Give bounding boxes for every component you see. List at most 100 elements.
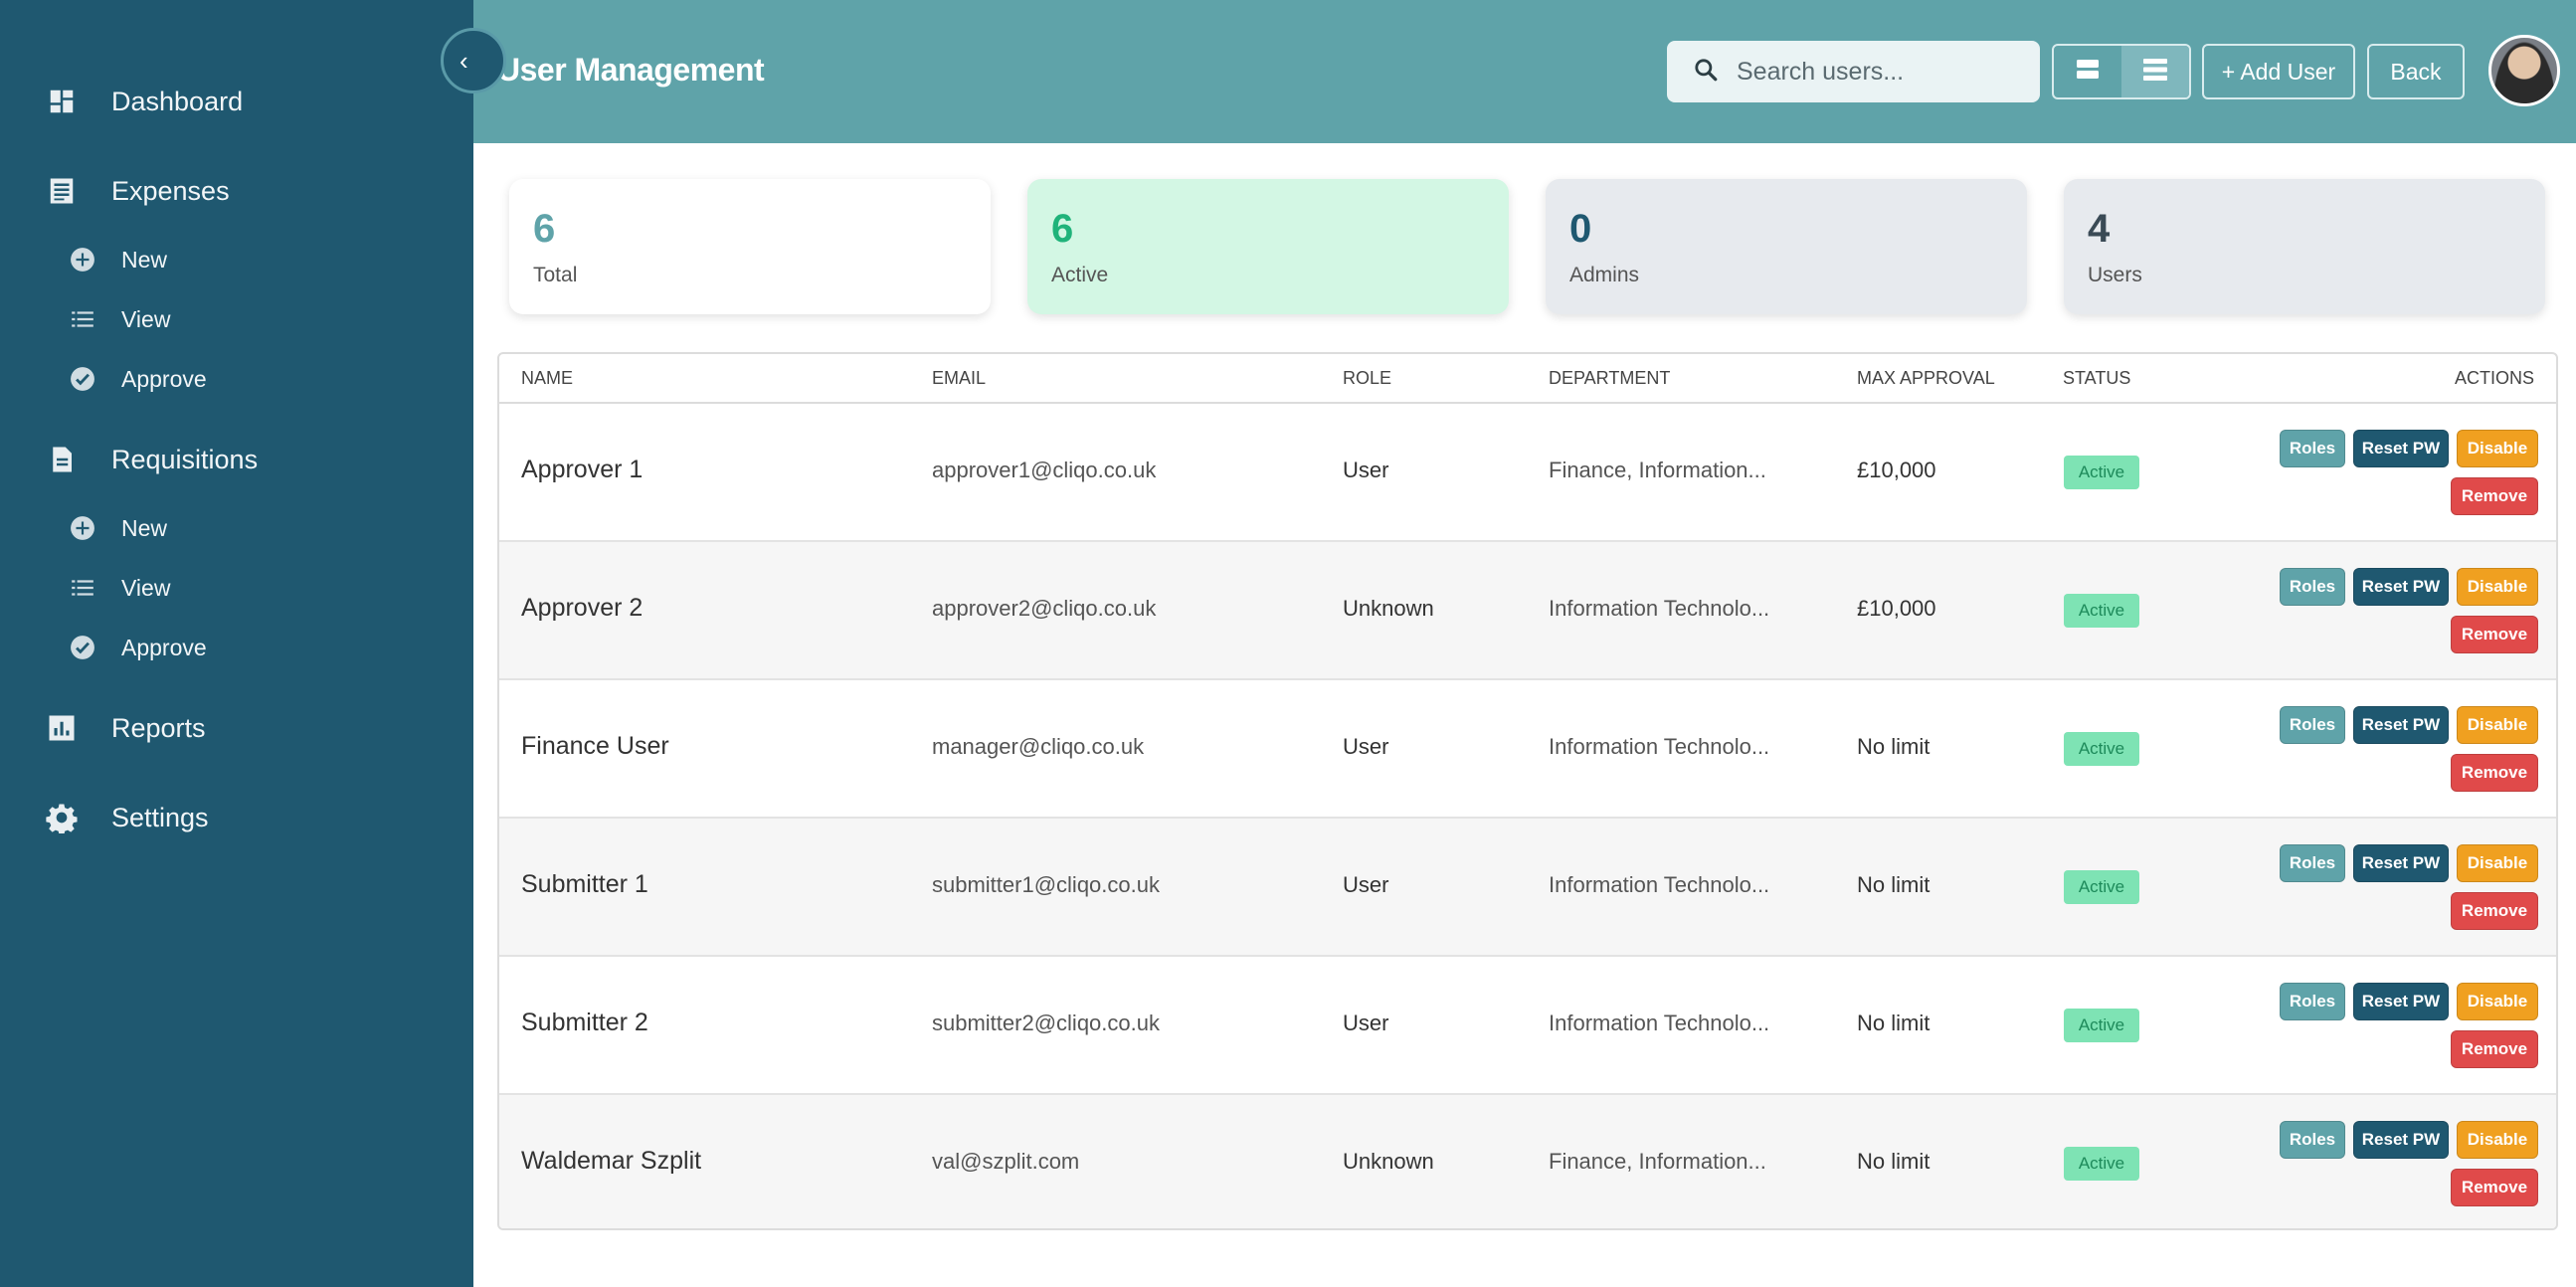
user-email: submitter2@cliqo.co.uk bbox=[932, 1011, 1160, 1035]
roles-button[interactable]: Roles bbox=[2280, 983, 2345, 1020]
column-header-role[interactable]: Role bbox=[1343, 368, 1391, 389]
roles-button[interactable]: Roles bbox=[2280, 568, 2345, 606]
reset-password-button[interactable]: Reset PW bbox=[2353, 983, 2449, 1020]
grid-view-icon bbox=[2076, 59, 2100, 86]
sidebar-collapse-button[interactable]: ‹ bbox=[441, 28, 506, 93]
sidebar-item-requisitions-new[interactable]: New bbox=[0, 503, 473, 553]
roles-button[interactable]: Roles bbox=[2280, 1121, 2345, 1159]
user-max-approval: No limit bbox=[1857, 1011, 1931, 1035]
column-header-email[interactable]: Email bbox=[932, 368, 986, 389]
user-email: manager@cliqo.co.uk bbox=[932, 734, 1145, 759]
reset-password-button[interactable]: Reset PW bbox=[2353, 1121, 2449, 1159]
user-max-approval: £10,000 bbox=[1857, 596, 1936, 621]
disable-button[interactable]: Disable bbox=[2457, 844, 2538, 882]
status-badge: Active bbox=[2064, 1009, 2139, 1042]
user-role: User bbox=[1343, 872, 1389, 897]
user-max-approval: No limit bbox=[1857, 872, 1931, 897]
roles-button[interactable]: Roles bbox=[2280, 430, 2345, 467]
page-title: User Management bbox=[497, 52, 765, 88]
status-badge: Active bbox=[2064, 1147, 2139, 1181]
roles-button[interactable]: Roles bbox=[2280, 706, 2345, 744]
user-department: Information Technolo... bbox=[1549, 1011, 1770, 1035]
view-toggle bbox=[2052, 44, 2191, 99]
table-header: Name Email Role Department Max Approval … bbox=[499, 354, 2556, 404]
avatar[interactable] bbox=[2488, 35, 2560, 106]
stat-value: 6 bbox=[1051, 207, 1074, 251]
sidebar-item-expenses-view[interactable]: View bbox=[0, 294, 473, 344]
sidebar-item-expenses[interactable]: Expenses bbox=[0, 161, 473, 221]
gear-icon bbox=[44, 800, 80, 835]
sidebar-item-expenses-approve[interactable]: Approve bbox=[0, 354, 473, 404]
sidebar-item-settings[interactable]: Settings bbox=[0, 788, 473, 847]
disable-button[interactable]: Disable bbox=[2457, 706, 2538, 744]
remove-button[interactable]: Remove bbox=[2451, 1169, 2538, 1206]
reset-password-button[interactable]: Reset PW bbox=[2353, 568, 2449, 606]
reset-password-button[interactable]: Reset PW bbox=[2353, 430, 2449, 467]
remove-button[interactable]: Remove bbox=[2451, 754, 2538, 792]
user-name: Finance User bbox=[521, 732, 669, 760]
sidebar-item-requisitions[interactable]: Requisitions bbox=[0, 430, 473, 489]
user-max-approval: £10,000 bbox=[1857, 458, 1936, 482]
stat-card-users: 4 Users bbox=[2064, 179, 2545, 314]
list-view-button[interactable] bbox=[2121, 46, 2189, 97]
sidebar-item-requisitions-view[interactable]: View bbox=[0, 563, 473, 613]
column-header-department[interactable]: Department bbox=[1549, 368, 1670, 389]
page-header: User Management + Add User Back bbox=[473, 0, 2576, 143]
sidebar-item-requisitions-approve[interactable]: Approve bbox=[0, 623, 473, 672]
back-button[interactable]: Back bbox=[2367, 44, 2465, 99]
remove-button[interactable]: Remove bbox=[2451, 892, 2538, 930]
dashboard-icon bbox=[44, 84, 80, 119]
sidebar-item-reports[interactable]: Reports bbox=[0, 698, 473, 758]
user-name: Submitter 1 bbox=[521, 870, 648, 898]
user-role: User bbox=[1343, 734, 1389, 759]
search-input[interactable] bbox=[1737, 57, 2025, 87]
search-box[interactable] bbox=[1667, 41, 2040, 102]
disable-button[interactable]: Disable bbox=[2457, 430, 2538, 467]
check-circle-icon bbox=[68, 633, 97, 662]
disable-button[interactable]: Disable bbox=[2457, 983, 2538, 1020]
roles-button[interactable]: Roles bbox=[2280, 844, 2345, 882]
list-icon bbox=[68, 573, 97, 603]
stat-value: 6 bbox=[533, 207, 556, 251]
list-view-icon bbox=[2142, 58, 2168, 87]
remove-button[interactable]: Remove bbox=[2451, 616, 2538, 653]
stat-card-admins: 0 Admins bbox=[1546, 179, 2027, 314]
status-badge: Active bbox=[2064, 594, 2139, 628]
users-table: Name Email Role Department Max Approval … bbox=[497, 352, 2558, 1230]
add-user-button[interactable]: + Add User bbox=[2202, 44, 2355, 99]
disable-button[interactable]: Disable bbox=[2457, 1121, 2538, 1159]
table-row[interactable]: Finance User manager@cliqo.co.uk User Infor… bbox=[499, 680, 2556, 819]
reset-password-button[interactable]: Reset PW bbox=[2353, 844, 2449, 882]
user-department: Information Technolo... bbox=[1549, 596, 1770, 621]
status-badge: Active bbox=[2064, 732, 2139, 766]
sidebar-item-label: Dashboard bbox=[111, 86, 244, 116]
remove-button[interactable]: Remove bbox=[2451, 477, 2538, 515]
remove-button[interactable]: Remove bbox=[2451, 1030, 2538, 1068]
table-row[interactable]: Waldemar Szplit val@szplit.com Unknown Fina… bbox=[499, 1095, 2556, 1228]
column-header-name[interactable]: Name bbox=[521, 368, 573, 389]
table-row[interactable]: Submitter 1 submitter1@cliqo.co.uk User Inf… bbox=[499, 819, 2556, 957]
stat-value: 4 bbox=[2088, 207, 2111, 251]
reset-password-button[interactable]: Reset PW bbox=[2353, 706, 2449, 744]
user-email: submitter1@cliqo.co.uk bbox=[932, 872, 1160, 897]
user-role: Unknown bbox=[1343, 596, 1434, 621]
column-header-max-approval[interactable]: Max Approval bbox=[1857, 368, 1995, 389]
card-view-button[interactable] bbox=[2054, 46, 2121, 97]
user-role: User bbox=[1343, 1011, 1389, 1035]
sidebar-item-label: Expenses bbox=[111, 175, 230, 206]
user-name: Approver 2 bbox=[521, 594, 644, 622]
table-row[interactable]: Approver 1 approver1@cliqo.co.uk User Finan… bbox=[499, 404, 2556, 542]
list-icon bbox=[68, 304, 97, 334]
sidebar-item-expenses-new[interactable]: New bbox=[0, 235, 473, 284]
table-row[interactable]: Approver 2 approver2@cliqo.co.uk Unknown In… bbox=[499, 542, 2556, 680]
sidebar-item-dashboard[interactable]: Dashboard bbox=[0, 72, 473, 131]
disable-button[interactable]: Disable bbox=[2457, 568, 2538, 606]
stat-card-total: 6 Total bbox=[509, 179, 991, 314]
plus-circle-icon bbox=[68, 513, 97, 543]
stat-card-active: 6 Active bbox=[1027, 179, 1509, 314]
user-department: Finance, Information... bbox=[1549, 458, 1766, 482]
column-header-status[interactable]: Status bbox=[2063, 368, 2130, 389]
user-name: Submitter 2 bbox=[521, 1009, 648, 1036]
status-badge: Active bbox=[2064, 456, 2139, 489]
table-row[interactable]: Submitter 2 submitter2@cliqo.co.uk User Inf… bbox=[499, 957, 2556, 1095]
